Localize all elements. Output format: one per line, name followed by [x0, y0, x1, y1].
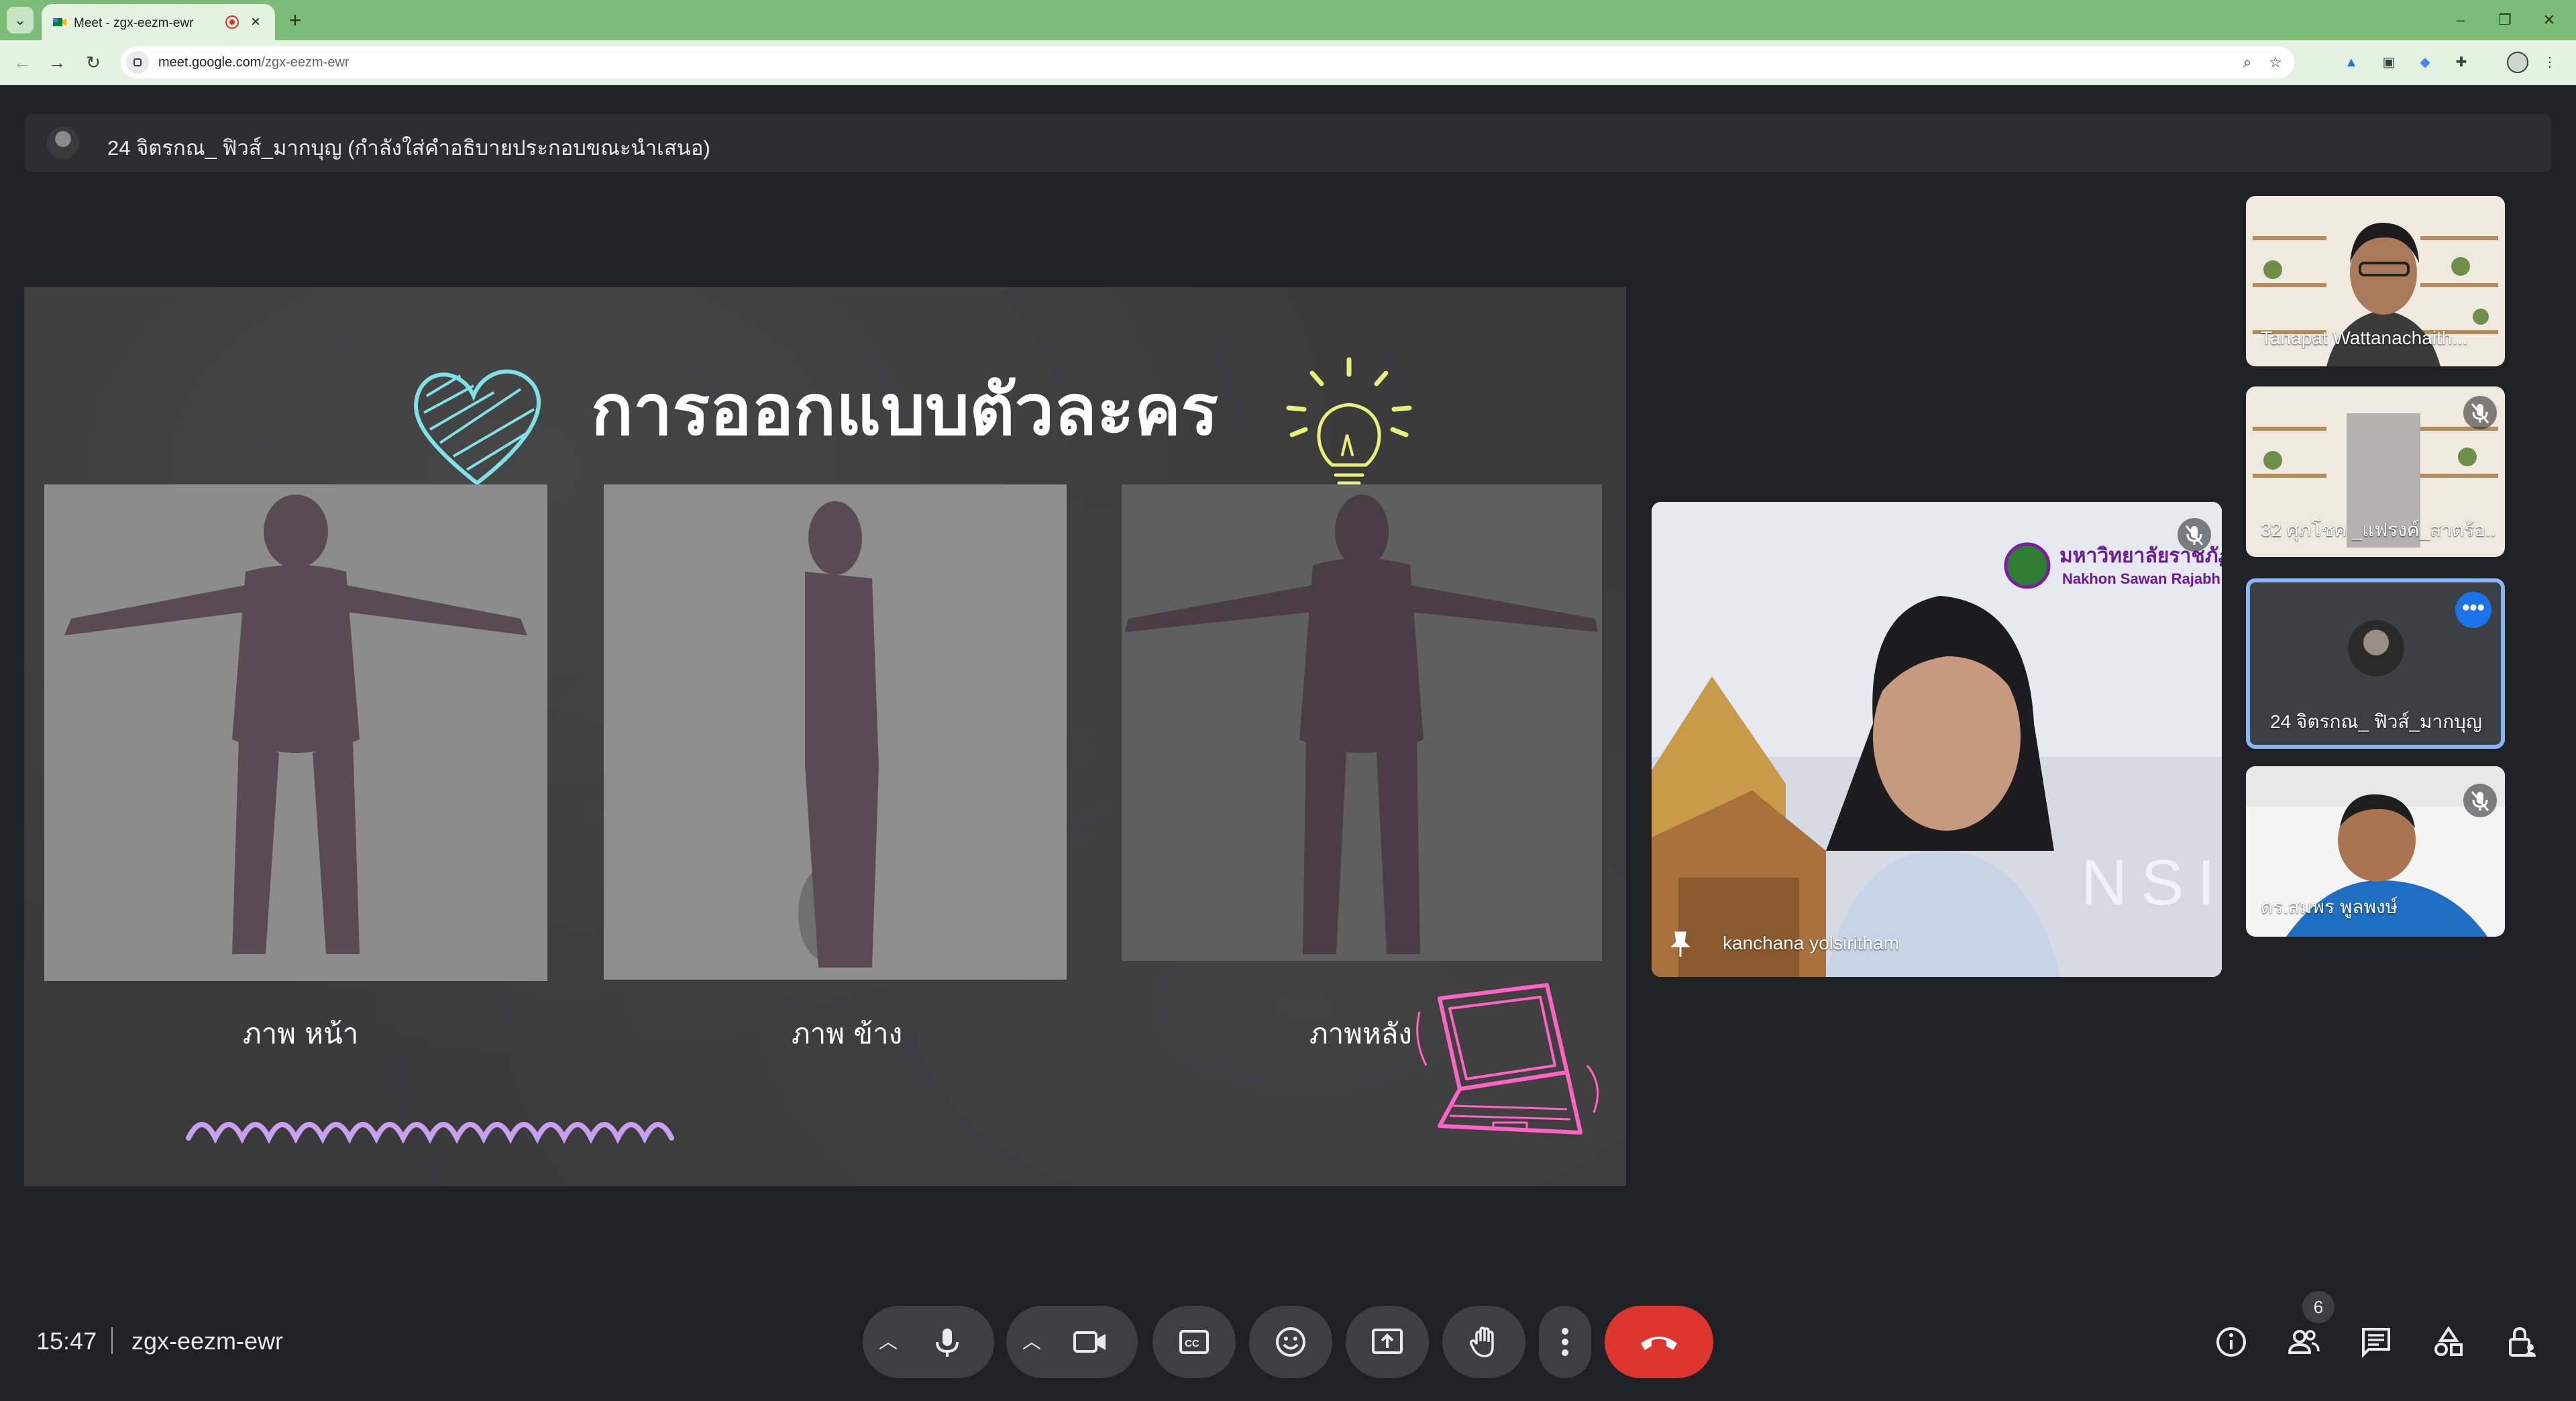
present-screen-button[interactable] [1346, 1306, 1429, 1378]
tab-search-button[interactable]: ⌄ [7, 7, 34, 34]
presenter-banner: 24 จิตรกณ_ ฟิวส์_มากบุญ (กำลังใส่คำอธิบา… [24, 114, 2552, 172]
meeting-code: zgx-eezm-ewr [131, 1327, 284, 1355]
audio-settings-chevron-icon[interactable]: ︿ [868, 1306, 908, 1378]
activities-shapes-icon [2434, 1326, 2463, 1356]
participant-2-name: 32 ศุภโชค _แฟรงค์_สาตร้อ... [2261, 519, 2496, 540]
lightbulb-doodle-icon [1286, 357, 1412, 485]
new-tab-button[interactable]: + [282, 7, 309, 34]
camera-icon[interactable] [1073, 1329, 1107, 1355]
meeting-clock: 15:47 [36, 1327, 97, 1355]
microphone-control-group: ︿ [863, 1306, 994, 1378]
participant-3-more-options-button[interactable]: ••• [2455, 592, 2491, 628]
browser-toolbar: ← → ↻ meet.google.com/zgx-eezm-ewr ⌕ ☆ ▲… [0, 40, 2576, 85]
back-button[interactable]: ← [8, 48, 36, 76]
captions-button[interactable]: CC [1152, 1306, 1236, 1378]
participant-2-mic-off-icon [2463, 396, 2497, 429]
camera-control-group: ︿ [1006, 1306, 1138, 1378]
meet-favicon-icon [53, 18, 66, 26]
more-vert-icon [1562, 1328, 1568, 1356]
chat-button[interactable] [2352, 1318, 2400, 1366]
activities-button[interactable] [2424, 1318, 2473, 1366]
laptop-doodle-icon [1416, 983, 1599, 1135]
bookmark-star-icon[interactable]: ☆ [2265, 52, 2286, 73]
zoom-icon[interactable]: ⌕ [2237, 52, 2258, 73]
participant-3-name: 24 จิตรกณ_ ฟิวส์_มากบุญ [2270, 711, 2482, 732]
pinned-video-frame: มหาวิทยาลัยราชภัฏ Nakhon Sawan Rajabh NS… [1652, 502, 2222, 977]
profile-avatar[interactable] [2507, 52, 2528, 73]
presentation-slide: การออกแบบตัวละคร ภาพ หน้า ภาพ ข้าง ภาพหล… [24, 287, 1626, 1186]
more-options-button[interactable] [1539, 1306, 1591, 1378]
participant-4-mic-off-icon [2463, 784, 2497, 817]
microphone-icon[interactable] [932, 1327, 962, 1358]
svg-text:CC: CC [1185, 1338, 1199, 1349]
background-watermark-text: NSI [2081, 847, 2222, 919]
squiggle-doodle-icon [186, 1122, 674, 1144]
browser-menu-icon[interactable]: ⋮ [2540, 52, 2560, 72]
presenter-avatar [47, 127, 79, 159]
tab-close-icon[interactable]: × [246, 12, 266, 32]
pin-icon[interactable] [1670, 931, 1690, 958]
participant-tile-3[interactable]: ••• 24 จิตรกณ_ ฟิวส์_มากบุญ [2246, 578, 2505, 749]
extensions-puzzle-icon[interactable]: ✚ [2451, 52, 2471, 72]
close-window-button[interactable]: ✕ [2530, 5, 2568, 35]
meeting-details-button[interactable] [2207, 1318, 2255, 1366]
caption-back: ภาพหลัง [1309, 1017, 1412, 1050]
presenter-banner-text: 24 จิตรกณ_ ฟิวส์_มากบุญ (กำลังใส่คำอธิบา… [107, 136, 710, 160]
chat-icon [2362, 1328, 2390, 1358]
raise-hand-button[interactable] [1442, 1306, 1525, 1378]
captions-icon: CC [1179, 1330, 1209, 1354]
participant-tile-4[interactable]: ดร.สมพร พูลพงษ์ [2246, 766, 2505, 937]
browser-tab-meet[interactable]: Meet - zgx-eezm-ewr × [42, 4, 275, 40]
translate-extension-icon[interactable]: ◆ [2415, 52, 2435, 72]
mic-off-icon [2178, 518, 2211, 552]
browser-tabstrip: ⌄ Meet - zgx-eezm-ewr × + – ❐ ✕ [0, 0, 2576, 40]
minimize-button[interactable]: – [2442, 5, 2479, 35]
end-call-icon [1641, 1337, 1677, 1350]
pinned-participant-tile[interactable]: มหาวิทยาลัยราชภัฏ Nakhon Sawan Rajabh NS… [1652, 502, 2222, 977]
host-controls-button[interactable] [2497, 1318, 2545, 1366]
character-back-image [1122, 484, 1602, 961]
address-bar[interactable]: meet.google.com/zgx-eezm-ewr ⌕ ☆ [121, 46, 2294, 79]
reload-button[interactable]: ↻ [79, 48, 107, 76]
site-info-icon[interactable] [126, 51, 149, 74]
caption-side: ภาพ ข้าง [792, 1017, 903, 1050]
reactions-button[interactable] [1249, 1306, 1332, 1378]
divider [111, 1327, 113, 1354]
extension-icon-2[interactable]: ▣ [2379, 52, 2399, 72]
forward-button[interactable]: → [43, 48, 71, 76]
info-icon [2216, 1327, 2246, 1357]
hand-icon [1470, 1327, 1494, 1357]
participant-tile-2[interactable]: 32 ศุภโชค _แฟรงค์_สาตร้อ... [2246, 386, 2505, 557]
people-icon [2288, 1330, 2320, 1354]
present-icon [1372, 1329, 1403, 1354]
drive-extension-icon[interactable]: ▲ [2341, 52, 2361, 72]
emoji-icon [1276, 1327, 1305, 1357]
video-settings-chevron-icon[interactable]: ︿ [1012, 1306, 1052, 1378]
restore-button[interactable]: ❐ [2486, 5, 2524, 35]
recording-indicator-icon [225, 15, 239, 29]
tab-title: Meet - zgx-eezm-ewr [74, 16, 194, 30]
people-button[interactable] [2279, 1318, 2328, 1366]
participant-4-name: ดร.สมพร พูลพงษ์ [2261, 896, 2398, 917]
pinned-participant-name: kanchana yolsiritham [1723, 933, 1900, 953]
participant-1-name: Tanapat Wattanachaith... [2261, 327, 2468, 348]
leave-call-button[interactable] [1605, 1306, 1713, 1378]
university-logo-text-en: Nakhon Sawan Rajabh [2062, 570, 2220, 587]
lock-person-icon [2509, 1327, 2536, 1357]
participant-tile-1[interactable]: Tanapat Wattanachaith... [2246, 196, 2505, 366]
url-text: meet.google.com/zgx-eezm-ewr [158, 55, 350, 70]
participant-3-avatar [2348, 620, 2404, 676]
